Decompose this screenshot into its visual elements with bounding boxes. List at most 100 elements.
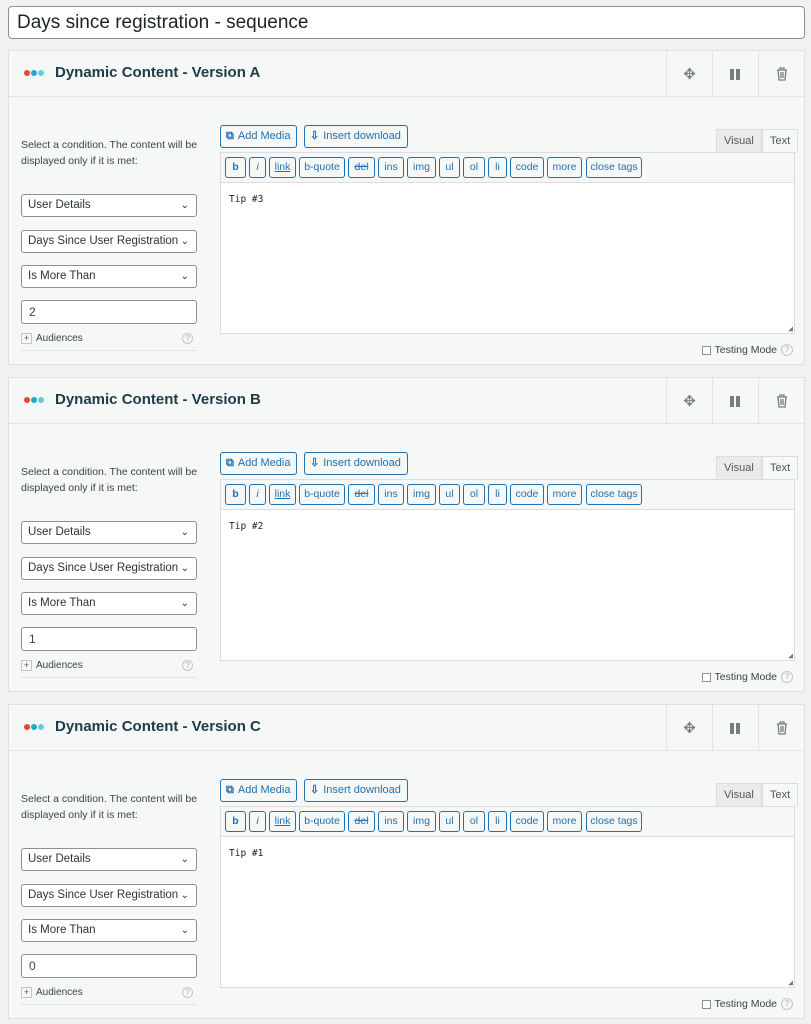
quicktag-li[interactable]: li xyxy=(488,811,507,832)
add-media-button[interactable]: ⧉ Add Media xyxy=(220,125,298,148)
operator-select[interactable]: Is More Than ⌄ xyxy=(21,265,197,288)
add-media-button[interactable]: ⧉ Add Media xyxy=(220,452,298,475)
quicktag-b-quote[interactable]: b-quote xyxy=(299,484,345,505)
testing-mode-checkbox[interactable] xyxy=(701,672,711,682)
quicktag-ol[interactable]: ol xyxy=(463,157,485,178)
help-icon[interactable]: ? xyxy=(182,660,193,671)
help-icon[interactable]: ? xyxy=(182,987,193,998)
quicktag-ul[interactable]: ul xyxy=(439,811,460,832)
quicktag-del[interactable]: del xyxy=(348,811,375,832)
quicktag-i[interactable]: i xyxy=(249,811,266,832)
condition-select[interactable]: User Details ⌄ xyxy=(21,521,197,544)
tab-text[interactable]: Text xyxy=(762,129,799,153)
content-textarea[interactable]: Tip #3 ◢ xyxy=(220,182,795,334)
audiences-toggle[interactable]: + Audiences? xyxy=(21,987,197,1005)
quicktag-ol[interactable]: ol xyxy=(463,811,485,832)
value-input[interactable]: 0 xyxy=(21,954,197,978)
quicktag-more[interactable]: more xyxy=(547,484,582,505)
quicktag-b-quote[interactable]: b-quote xyxy=(299,157,345,178)
quicktag-more[interactable]: more xyxy=(547,157,582,178)
field-select[interactable]: Days Since User Registration ⌄ xyxy=(21,884,197,907)
quicktag-del[interactable]: del xyxy=(348,484,375,505)
tab-visual[interactable]: Visual xyxy=(716,783,762,807)
move-icon[interactable]: ✥ xyxy=(666,705,712,751)
quicktag-i[interactable]: i xyxy=(249,484,266,505)
quicktag-ins[interactable]: ins xyxy=(378,811,404,832)
resize-handle-icon[interactable]: ◢ xyxy=(788,324,793,333)
quicktag-link[interactable]: link xyxy=(269,157,296,178)
quicktag-li[interactable]: li xyxy=(488,157,507,178)
condition-select[interactable]: User Details ⌄ xyxy=(21,848,197,871)
quicktag-ol[interactable]: ol xyxy=(463,484,485,505)
resize-handle-icon[interactable]: ◢ xyxy=(788,651,793,660)
panel-title: Dynamic Content - Version C xyxy=(55,718,261,735)
tab-text[interactable]: Text xyxy=(762,456,799,480)
quicktag-code[interactable]: code xyxy=(510,157,544,178)
trash-icon[interactable] xyxy=(758,51,804,97)
add-media-button[interactable]: ⧉ Add Media xyxy=(220,779,298,802)
quicktag-ins[interactable]: ins xyxy=(378,484,404,505)
trash-icon[interactable] xyxy=(758,378,804,424)
quicktag-code[interactable]: code xyxy=(510,484,544,505)
help-icon[interactable]: ? xyxy=(781,998,793,1010)
quicktag-ul[interactable]: ul xyxy=(439,157,460,178)
operator-select[interactable]: Is More Than ⌄ xyxy=(21,592,197,615)
field-select[interactable]: Days Since User Registration ⌄ xyxy=(21,230,197,253)
quicktag-ul[interactable]: ul xyxy=(439,484,460,505)
insert-download-button[interactable]: ⇩ Insert download xyxy=(304,452,408,475)
quicktag-close-tags[interactable]: close tags xyxy=(586,157,642,178)
value-input[interactable]: 1 xyxy=(21,627,197,651)
condition-select[interactable]: User Details ⌄ xyxy=(21,194,197,217)
field-select[interactable]: Days Since User Registration ⌄ xyxy=(21,557,197,580)
content-textarea[interactable]: Tip #1 ◢ xyxy=(220,836,795,988)
quicktag-link[interactable]: link xyxy=(269,484,296,505)
pause-icon[interactable] xyxy=(712,51,758,97)
quicktag-del[interactable]: del xyxy=(348,157,375,178)
move-icon[interactable]: ✥ xyxy=(666,51,712,97)
tab-visual[interactable]: Visual xyxy=(716,456,762,480)
audiences-toggle[interactable]: + Audiences? xyxy=(21,333,197,351)
quicktag-img[interactable]: img xyxy=(407,484,436,505)
logo-dots-icon xyxy=(24,724,44,730)
testing-mode-checkbox[interactable] xyxy=(701,999,711,1009)
quicktag-close-tags[interactable]: close tags xyxy=(586,484,642,505)
quicktag-i[interactable]: i xyxy=(249,157,266,178)
sequence-title-input[interactable]: Days since registration - sequence xyxy=(8,6,805,39)
help-icon[interactable]: ? xyxy=(182,333,193,344)
plus-icon[interactable]: + xyxy=(21,333,32,344)
move-icon[interactable]: ✥ xyxy=(666,378,712,424)
tab-visual[interactable]: Visual xyxy=(716,129,762,153)
quicktag-close-tags[interactable]: close tags xyxy=(586,811,642,832)
quicktag-ins[interactable]: ins xyxy=(378,157,404,178)
value-input[interactable]: 2 xyxy=(21,300,197,324)
insert-download-button[interactable]: ⇩ Insert download xyxy=(304,125,408,148)
insert-download-button[interactable]: ⇩ Insert download xyxy=(304,779,408,802)
quicktag-b[interactable]: b xyxy=(225,811,246,832)
operator-select[interactable]: Is More Than ⌄ xyxy=(21,919,197,942)
quicktag-li[interactable]: li xyxy=(488,484,507,505)
media-icon: ⧉ xyxy=(226,457,234,469)
testing-mode-checkbox[interactable] xyxy=(701,345,711,355)
plus-icon[interactable]: + xyxy=(21,987,32,998)
pause-icon[interactable] xyxy=(712,705,758,751)
help-icon[interactable]: ? xyxy=(781,344,793,356)
quicktag-more[interactable]: more xyxy=(547,811,582,832)
tab-text[interactable]: Text xyxy=(762,783,799,807)
audiences-toggle[interactable]: + Audiences? xyxy=(21,660,197,678)
content-textarea[interactable]: Tip #2 ◢ xyxy=(220,509,795,661)
quicktag-b[interactable]: b xyxy=(225,484,246,505)
pause-icon[interactable] xyxy=(712,378,758,424)
quicktag-link[interactable]: link xyxy=(269,811,296,832)
resize-handle-icon[interactable]: ◢ xyxy=(788,978,793,987)
quicktag-b[interactable]: b xyxy=(225,157,246,178)
help-icon[interactable]: ? xyxy=(781,671,793,683)
quicktag-img[interactable]: img xyxy=(407,811,436,832)
insert-download-label: Insert download xyxy=(323,457,401,469)
quicktag-img[interactable]: img xyxy=(407,157,436,178)
chevron-down-icon: ⌄ xyxy=(180,925,189,936)
quicktag-b-quote[interactable]: b-quote xyxy=(299,811,345,832)
chevron-down-icon: ⌄ xyxy=(180,890,189,901)
quicktag-code[interactable]: code xyxy=(510,811,544,832)
trash-icon[interactable] xyxy=(758,705,804,751)
plus-icon[interactable]: + xyxy=(21,660,32,671)
